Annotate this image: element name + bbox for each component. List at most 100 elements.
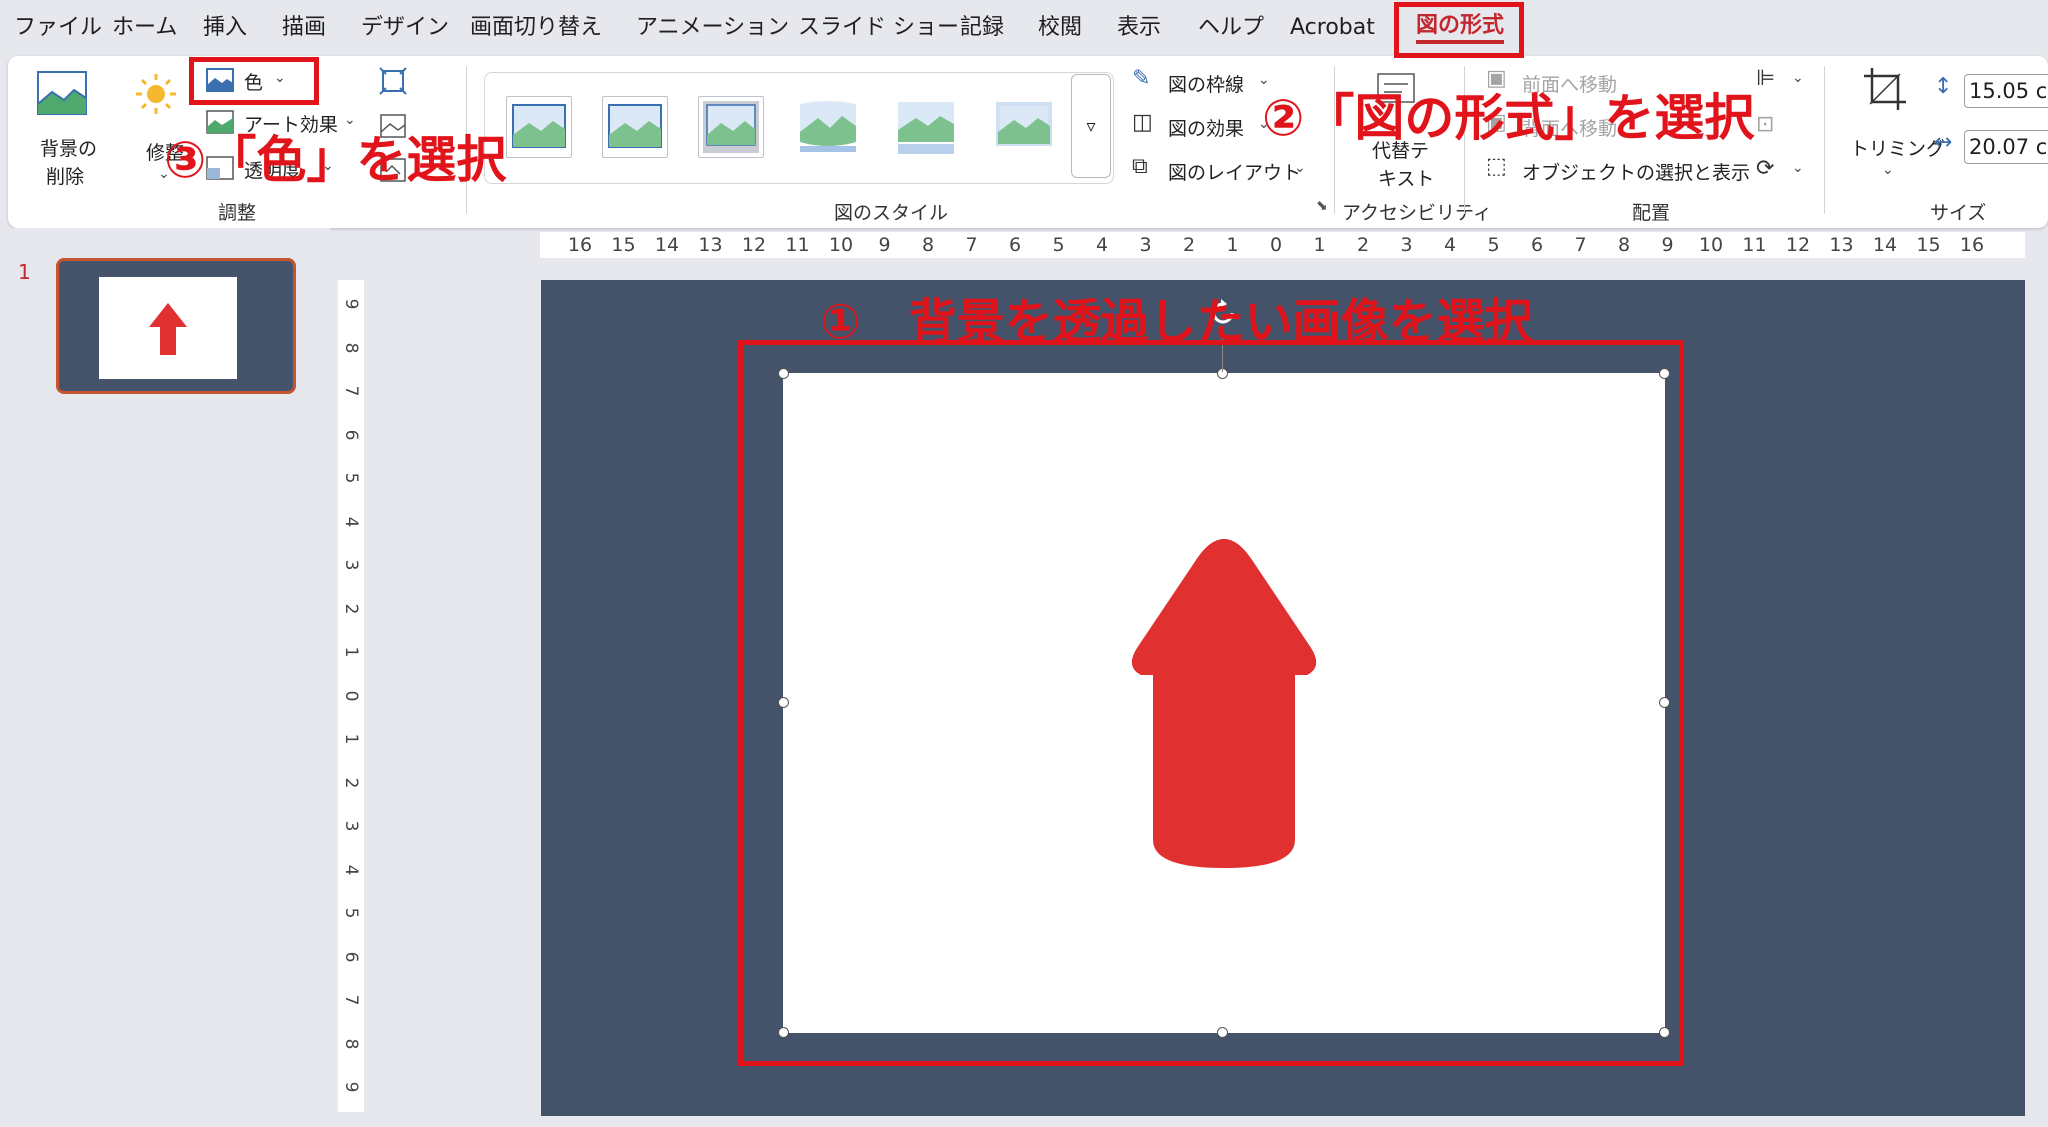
tab-acrobat[interactable]: Acrobat [1290, 12, 1375, 44]
selection-pane-label: オブジェクトの選択と表示 [1522, 162, 1751, 184]
annotation-step3: ③「色」を選択 [164, 131, 507, 189]
group-label-size: サイズ [1930, 202, 1987, 224]
picture-style-thumb-icon [996, 102, 1052, 146]
tab-home[interactable]: ホーム [112, 12, 177, 44]
crop-label: トリミング [1850, 138, 1946, 160]
picture-style-option[interactable] [602, 96, 668, 158]
alt-text-label-2: キスト [1378, 168, 1435, 190]
tab-review[interactable]: 校閲 [1038, 12, 1082, 44]
align-icon[interactable]: ⊫ [1756, 66, 1775, 91]
chevron-down-icon: ▿ [1086, 116, 1096, 137]
gallery-more-button[interactable]: ▿ [1071, 74, 1111, 178]
group-objects-icon[interactable]: ⊡ [1756, 112, 1774, 137]
ruler-tick-label: 16 [1959, 234, 1985, 256]
ruler-tick-label: 4 [341, 516, 361, 527]
ruler-tick-label: 16 [567, 234, 593, 256]
annotation-highlight-color-button [189, 57, 319, 105]
ruler-tick-label: 4 [1443, 234, 1457, 256]
chevron-down-icon: ⌄ [1792, 70, 1804, 86]
ruler-tick-label: 3 [341, 820, 361, 832]
ruler-tick-label: 13 [698, 234, 723, 256]
picture-style-thumb-icon [703, 101, 759, 153]
chevron-down-icon: ⌄ [1294, 160, 1306, 176]
picture-style-option[interactable] [506, 96, 572, 158]
ruler-tick-label: 6 [341, 429, 361, 440]
picture-style-option[interactable] [796, 96, 862, 158]
tab-draw[interactable]: 描画 [282, 12, 326, 44]
selection-pane-button[interactable]: ⬚ オブジェクトの選択と表示 [1482, 154, 1750, 186]
ruler-tick-label: 6 [1530, 234, 1544, 256]
selection-pane-icon: ⬚ [1486, 154, 1507, 179]
ruler-tick-label: 14 [654, 234, 680, 256]
ruler-tick-label: 10 [828, 234, 854, 256]
ruler-tick-label: 3 [341, 559, 361, 571]
group-label-accessibility: アクセシビリティ [1342, 202, 1492, 224]
slide-thumbnail-picture [99, 277, 237, 379]
annotation-highlight-picture [738, 340, 1684, 1066]
annotation-step1: ① 背景を透過したい画像を選択 [820, 294, 1533, 350]
tab-record[interactable]: 記録 [960, 12, 1004, 44]
tab-slideshow[interactable]: スライド ショー [798, 12, 959, 44]
picture-effects-label: 図の効果 [1168, 118, 1245, 140]
remove-background-label-2: 削除 [46, 166, 85, 188]
ruler-tick-label: 1 [1226, 234, 1239, 256]
horizontal-ruler: 16 15 14 13 12 11 10 9 8 7 6 5 4 3 2 1 0 1 2 3 4 5 6 7 8 9 10 11 12 1… [540, 232, 2025, 258]
ruler-tick-label: 1 [341, 646, 361, 658]
ruler-tick-label: 5 [341, 907, 361, 919]
tab-help[interactable]: ヘルプ [1198, 12, 1264, 44]
ruler-tick-label: 5 [1052, 234, 1065, 256]
tab-transitions[interactable]: 画面切り替え [470, 12, 602, 44]
rotate-icon[interactable]: ⟳ [1756, 156, 1774, 181]
tab-insert[interactable]: 挿入 [203, 12, 247, 44]
tab-design[interactable]: デザイン [361, 12, 449, 44]
ruler-tick-label: 9 [341, 298, 361, 310]
ruler-tick-label: 9 [341, 1081, 361, 1093]
chevron-down-icon: ⌄ [1882, 162, 1894, 178]
dialog-launcher-icon[interactable]: ⬊ [1316, 198, 1328, 214]
ruler-tick-label: 3 [1400, 234, 1413, 256]
ruler-tick-label: 12 [1785, 234, 1811, 256]
ruler-tick-label: 7 [1574, 234, 1587, 256]
ruler-tick-label: 13 [1829, 234, 1854, 256]
tab-animations[interactable]: アニメーション [636, 12, 789, 44]
picture-style-thumb-icon [608, 104, 662, 148]
group-label-adjust: 調整 [218, 202, 257, 224]
picture-style-option[interactable] [894, 96, 960, 158]
picture-style-thumb-icon [898, 102, 954, 154]
ruler-tick-label: 1 [1313, 234, 1326, 256]
picture-style-option[interactable] [992, 96, 1058, 158]
tab-file[interactable]: ファイル [14, 12, 102, 44]
ruler-tick-label: 15 [611, 234, 636, 256]
ruler-tick-label: 15 [1916, 234, 1941, 256]
tab-view[interactable]: 表示 [1117, 12, 1161, 44]
height-input[interactable]: 15.05 cm [1964, 74, 2048, 108]
ruler-tick-label: 2 [341, 777, 361, 788]
group-label-arrange: 配置 [1632, 202, 1671, 224]
picture-border-label: 図の枠線 [1168, 74, 1245, 96]
ribbon-tab-bar: ファイル ホーム 挿入 描画 デザイン 画面切り替え アニメーション スライド … [0, 0, 2048, 56]
arrow-up-icon [149, 303, 187, 355]
slide-thumbnail[interactable] [56, 258, 296, 394]
ruler-tick-label: 8 [341, 1038, 361, 1049]
ruler-tick-label: 7 [965, 234, 978, 256]
sun-icon [136, 74, 176, 114]
ruler-tick-label: 0 [1269, 234, 1283, 256]
annotation-step2: ②「図の形式」を選択 [1262, 89, 1755, 147]
vertical-ruler: 9 8 7 6 5 4 3 2 1 0 1 2 3 4 5 6 7 8 9 [338, 280, 364, 1112]
pen-icon: ✎ [1132, 66, 1151, 91]
compress-pictures-icon[interactable] [378, 66, 408, 96]
picture-layout-label: 図のレイアウト [1168, 162, 1302, 184]
ruler-tick-label: 5 [341, 472, 361, 484]
ruler-tick-label: 6 [341, 951, 361, 962]
height-icon: ↕ [1934, 74, 1953, 99]
picture-layout-button[interactable]: ⧉ 図のレイアウト ⌄ [1128, 154, 1328, 186]
ruler-tick-label: 11 [1742, 234, 1767, 256]
picture-style-option[interactable] [698, 96, 764, 158]
ruler-tick-label: 9 [878, 234, 891, 256]
ruler-tick-label: 5 [1487, 234, 1500, 256]
ruler-tick-label: 9 [1661, 234, 1674, 256]
width-input[interactable]: 20.07 cm [1964, 130, 2048, 164]
crop-button[interactable]: トリミング ⌄ [1840, 66, 1945, 186]
picture-style-thumb-icon [800, 101, 856, 152]
remove-background-button[interactable]: 背景の 削除 [22, 70, 102, 190]
